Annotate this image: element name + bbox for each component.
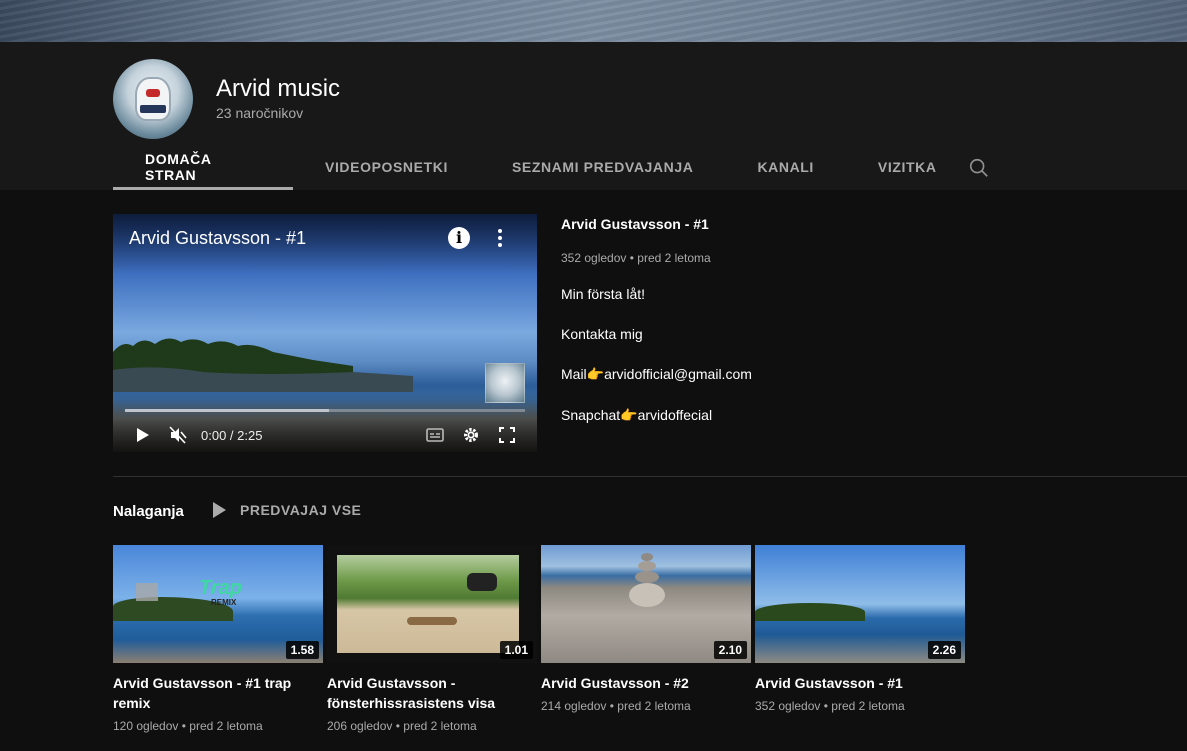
featured-video-meta: 352 ogledov • pred 2 letoma bbox=[561, 251, 1121, 265]
video-thumbnail[interactable]: Trap REMIX 1.58 bbox=[113, 545, 323, 663]
video-meta: 352 ogledov • pred 2 letoma bbox=[755, 699, 965, 713]
pointing-hand-icon: 👉 bbox=[620, 407, 638, 423]
upload-age: pred 2 letoma bbox=[617, 699, 691, 713]
channel-header: Arvid music 23 naročnikov DOMAČA STRAN V… bbox=[0, 42, 1187, 190]
progress-bar[interactable] bbox=[125, 409, 525, 412]
tab-home[interactable]: DOMAČA STRAN bbox=[113, 144, 293, 190]
description-email: arvidofficial@gmail.com bbox=[604, 366, 752, 382]
time-display: 0:00 / 2:25 bbox=[201, 428, 263, 443]
video-title[interactable]: Arvid Gustavsson - fönsterhissrasistens … bbox=[327, 673, 537, 713]
channel-banner bbox=[0, 0, 1187, 42]
tab-label: VIDEOPOSNETKI bbox=[325, 159, 448, 175]
volume-muted-icon[interactable] bbox=[169, 424, 187, 446]
description-line: Snapchat👉arvidoffecial bbox=[561, 407, 1121, 424]
duration-badge: 1.01 bbox=[499, 641, 533, 659]
video-card[interactable]: Trap REMIX 1.58 Arvid Gustavsson - #1 tr… bbox=[113, 545, 323, 733]
play-all-button[interactable]: PREDVAJAJ VSE bbox=[213, 502, 361, 518]
video-card[interactable]: 2.26 Arvid Gustavsson - #1 352 ogledov •… bbox=[755, 545, 965, 713]
video-title[interactable]: Arvid Gustavsson - #1 trap remix bbox=[113, 673, 323, 713]
upload-age: pred 2 letoma bbox=[831, 699, 905, 713]
section-divider bbox=[113, 476, 1187, 477]
video-card[interactable]: 1.01 Arvid Gustavsson - fönsterhissrasis… bbox=[327, 545, 537, 733]
tab-playlists[interactable]: SEZNAMI PREDVAJANJA bbox=[480, 144, 726, 190]
play-icon bbox=[213, 502, 226, 518]
view-count: 120 ogledov bbox=[113, 719, 179, 733]
tab-channels[interactable]: KANALI bbox=[725, 144, 845, 190]
description-handle: arvidoffecial bbox=[637, 407, 713, 423]
upload-age: pred 2 letoma bbox=[637, 251, 711, 265]
video-card[interactable]: 2.10 Arvid Gustavsson - #2 214 ogledov •… bbox=[541, 545, 751, 713]
duration-badge: 1.58 bbox=[285, 641, 319, 659]
player-title[interactable]: Arvid Gustavsson - #1 bbox=[129, 228, 306, 249]
video-meta: 120 ogledov • pred 2 letoma bbox=[113, 719, 323, 733]
channel-avatar[interactable] bbox=[113, 59, 193, 139]
channel-tabs: DOMAČA STRAN VIDEOPOSNETKI SEZNAMI PREDV… bbox=[113, 144, 969, 190]
tab-label: KANALI bbox=[757, 159, 814, 175]
description-label: Mail bbox=[561, 366, 587, 382]
thumbnail-text: Trap bbox=[199, 577, 242, 599]
tab-label: SEZNAMI PREDVAJANJA bbox=[511, 159, 694, 175]
channel-watermark[interactable] bbox=[485, 363, 525, 403]
video-thumbnail[interactable]: 2.26 bbox=[755, 545, 965, 663]
trees-scenery bbox=[113, 338, 413, 392]
channel-name: Arvid music bbox=[216, 75, 341, 102]
description-line: Kontakta mig bbox=[561, 326, 643, 342]
upload-age: pred 2 letoma bbox=[403, 719, 477, 733]
description-line: Min första låt! bbox=[561, 286, 646, 302]
video-thumbnail[interactable]: 1.01 bbox=[327, 545, 537, 663]
duration-badge: 2.10 bbox=[713, 641, 747, 659]
fullscreen-icon[interactable] bbox=[498, 424, 516, 446]
subscriber-count: 23 naročnikov bbox=[216, 105, 304, 121]
meta-separator: • bbox=[609, 699, 614, 713]
thumbnail-subtext: REMIX bbox=[211, 598, 237, 607]
meta-separator: • bbox=[395, 719, 400, 733]
meta-separator: • bbox=[629, 251, 634, 265]
more-vert-icon[interactable] bbox=[497, 227, 503, 249]
featured-video-player[interactable]: Arvid Gustavsson - #1 i 0:00 / 2:25 bbox=[113, 214, 537, 452]
search-icon[interactable] bbox=[968, 157, 990, 179]
info-icon[interactable]: i bbox=[448, 227, 470, 249]
description-label: Snapchat bbox=[561, 407, 621, 423]
duration-badge: 2.26 bbox=[927, 641, 961, 659]
view-count: 352 ogledov bbox=[755, 699, 821, 713]
gear-icon[interactable] bbox=[462, 424, 480, 446]
meta-separator: • bbox=[823, 699, 828, 713]
view-count: 352 ogledov bbox=[561, 251, 627, 265]
video-meta: 214 ogledov • pred 2 letoma bbox=[541, 699, 751, 713]
tab-about[interactable]: VIZITKA bbox=[846, 144, 969, 190]
video-thumbnail[interactable]: 2.10 bbox=[541, 545, 751, 663]
tab-label: VIZITKA bbox=[877, 159, 937, 175]
shelf-title[interactable]: Nalaganja bbox=[113, 503, 184, 520]
pointing-hand-icon: 👉 bbox=[586, 366, 605, 382]
play-icon[interactable] bbox=[135, 424, 151, 446]
description-line: Mail👉arvidofficial@gmail.com bbox=[561, 366, 1121, 383]
captions-icon[interactable] bbox=[426, 424, 444, 446]
video-title[interactable]: Arvid Gustavsson - #1 bbox=[755, 673, 965, 693]
tab-label: DOMAČA STRAN bbox=[145, 151, 212, 183]
play-all-label: PREDVAJAJ VSE bbox=[240, 502, 362, 518]
view-count: 214 ogledov bbox=[541, 699, 607, 713]
upload-age: pred 2 letoma bbox=[189, 719, 263, 733]
meta-separator: • bbox=[181, 719, 186, 733]
video-meta: 206 ogledov • pred 2 letoma bbox=[327, 719, 537, 733]
featured-video-description: Arvid Gustavsson - #1 352 ogledov • pred… bbox=[561, 216, 1121, 424]
tab-videos[interactable]: VIDEOPOSNETKI bbox=[293, 144, 480, 190]
featured-video-title[interactable]: Arvid Gustavsson - #1 bbox=[561, 216, 1121, 232]
view-count: 206 ogledov bbox=[327, 719, 393, 733]
video-title[interactable]: Arvid Gustavsson - #2 bbox=[541, 673, 751, 693]
